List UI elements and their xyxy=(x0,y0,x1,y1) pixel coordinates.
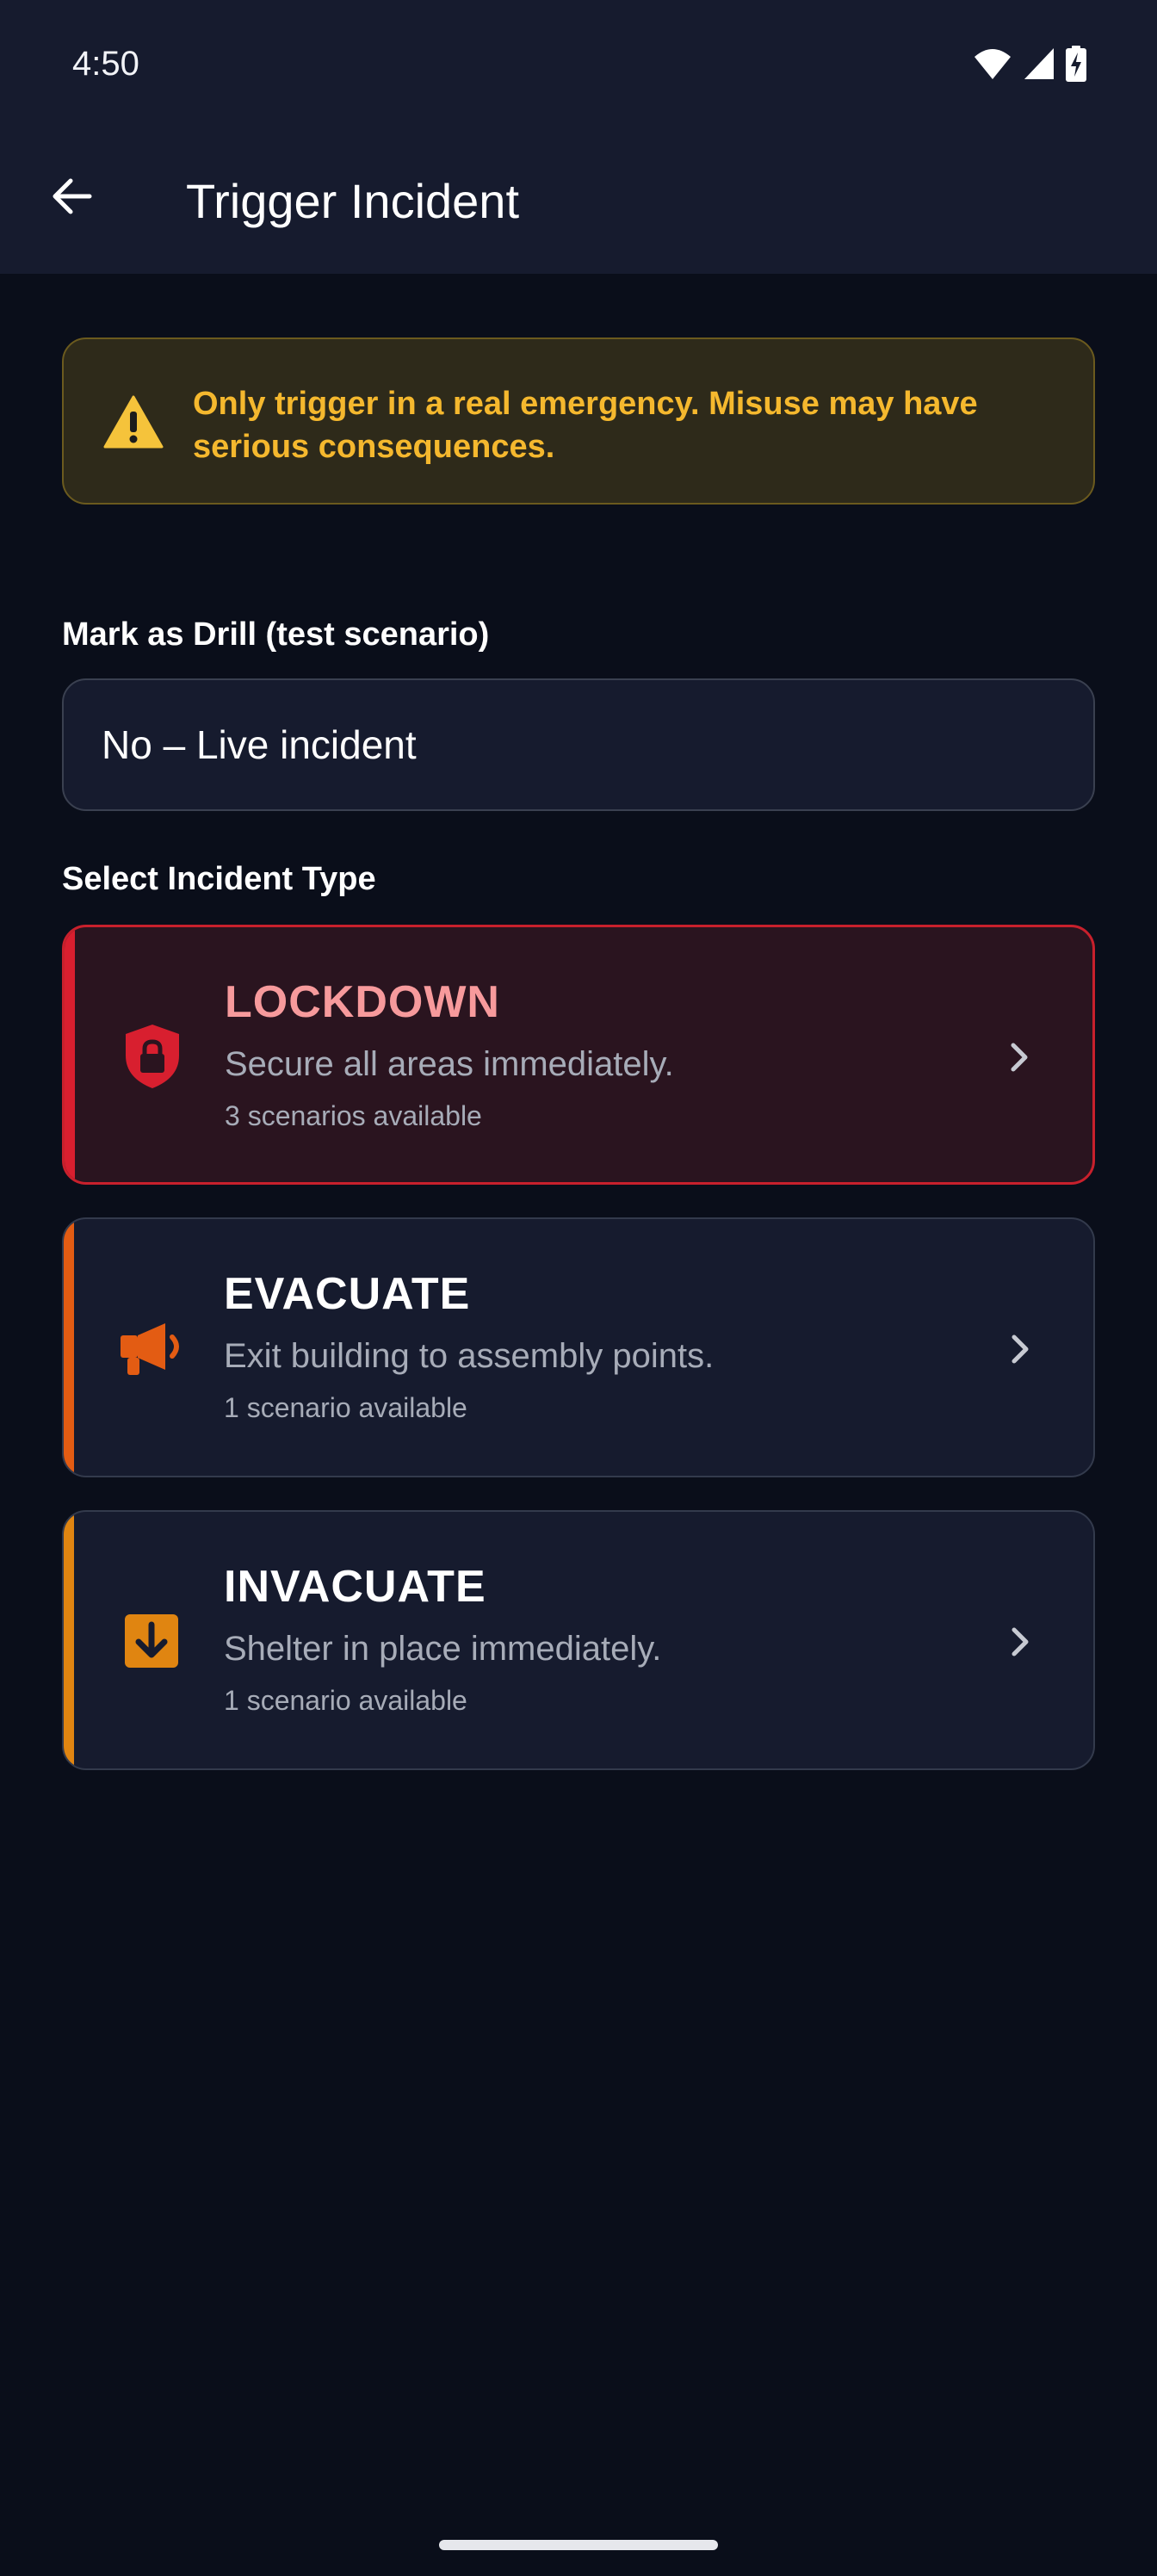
card-accent-stripe xyxy=(65,927,75,1182)
top-app-bar: 4:50 Trigger Incident xyxy=(0,0,1157,274)
back-button[interactable] xyxy=(41,165,103,227)
page-title: Trigger Incident xyxy=(186,174,519,228)
incident-name: EVACUATE xyxy=(224,1269,471,1319)
drill-select-value: No – Live incident xyxy=(102,722,417,767)
warning-banner: Only trigger in a real emergency. Misuse… xyxy=(62,337,1095,505)
arrow-down-box-icon xyxy=(117,1607,186,1675)
warning-icon xyxy=(103,395,164,449)
status-icons xyxy=(973,43,1086,84)
incident-type-label: Select Incident Type xyxy=(62,861,376,897)
chevron-right-icon xyxy=(1012,1627,1029,1656)
arrow-back-icon xyxy=(53,178,92,214)
drill-label: Mark as Drill (test scenario) xyxy=(62,616,490,653)
incident-card-invacuate[interactable]: INVACUATE Shelter in place immediately. … xyxy=(62,1510,1095,1770)
chevron-right-icon xyxy=(1012,1334,1029,1364)
card-accent-stripe xyxy=(64,1512,74,1768)
scenario-count: 3 scenarios available xyxy=(225,1100,482,1131)
scenario-count: 1 scenario available xyxy=(224,1392,467,1423)
megaphone-icon xyxy=(117,1314,186,1383)
incident-description: Shelter in place immediately. xyxy=(224,1630,662,1668)
scenario-count: 1 scenario available xyxy=(224,1685,467,1716)
card-accent-stripe xyxy=(64,1219,74,1476)
home-indicator[interactable] xyxy=(439,2540,718,2550)
cell-signal-icon xyxy=(1024,48,1054,79)
shield-lock-icon xyxy=(118,1022,187,1091)
wifi-icon xyxy=(974,49,1011,79)
warning-text: Only trigger in a real emergency. Misuse… xyxy=(193,386,978,465)
incident-description: Exit building to assembly points. xyxy=(224,1337,715,1375)
incident-name: INVACUATE xyxy=(224,1562,486,1612)
incident-name: LOCKDOWN xyxy=(225,977,500,1027)
chevron-right-icon xyxy=(1011,1043,1028,1072)
incident-card-lockdown[interactable]: LOCKDOWN Secure all areas immediately. 3… xyxy=(62,925,1095,1185)
trigger-incident-screen: 4:50 Trigger Incident Only trigger in a … xyxy=(0,0,1157,2576)
drill-select[interactable]: No – Live incident xyxy=(62,678,1095,811)
incident-card-evacuate[interactable]: EVACUATE Exit building to assembly point… xyxy=(62,1217,1095,1477)
battery-charging-icon xyxy=(1066,46,1086,82)
status-time: 4:50 xyxy=(72,45,139,83)
incident-description: Secure all areas immediately. xyxy=(225,1045,674,1083)
